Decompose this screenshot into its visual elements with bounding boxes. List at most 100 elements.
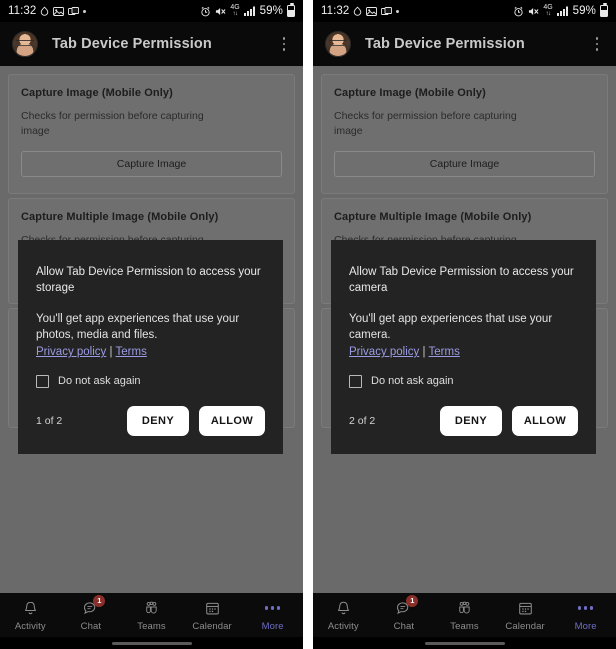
app-bar-left: Tab Device Permission [0,22,303,66]
network-sub-label: ↑↓ [232,11,239,17]
page-title: Tab Device Permission [365,36,525,52]
privacy-policy-link[interactable]: Privacy policy [36,346,106,358]
dialog-headline: Allow Tab Device Permission to access yo… [36,266,261,295]
signal-bars-icon [243,6,256,16]
chat-badge: 1 [406,594,419,607]
nav-label: Chat [80,620,102,632]
nav-label: Calendar [192,620,232,632]
status-bar-right-group: 4G ↑↓ 59% [513,3,608,18]
do-not-ask-again-row[interactable]: Do not ask again [349,374,578,388]
card-description: Checks for permission before capturing i… [334,110,517,138]
do-not-ask-again-checkbox[interactable] [36,374,49,388]
nav-item-calendar[interactable]: Calendar [182,599,243,632]
content-area-right: Capture Image (Mobile Only) Checks for p… [313,66,616,593]
chat-bubble-icon: 1 [394,594,419,618]
deny-button[interactable]: DENY [127,405,189,436]
battery-icon [600,3,608,17]
network-type-indicator: 4G ↑↓ [543,4,552,18]
dialog-body: You'll get app experiences that use your… [36,312,240,341]
nav-label: Activity [327,620,359,632]
app-icon [68,6,80,16]
status-bar-left: 11:32 4G ↑↓ 59% [0,0,303,22]
volume-mute-icon [215,6,226,17]
dot-icon [396,9,400,13]
status-bar-left-group: 11:32 [321,5,400,17]
privacy-policy-link[interactable]: Privacy policy [349,346,419,358]
gesture-bar-left[interactable] [0,637,303,649]
nav-item-teams[interactable]: Teams [434,599,495,632]
nav-item-more[interactable]: More [555,599,616,632]
dialog-body: You'll get app experiences that use your… [349,312,553,341]
signal-bars-icon [556,6,569,16]
page-title: Tab Device Permission [52,36,212,52]
avatar[interactable] [325,31,351,57]
card-title: Capture Multiple Image (Mobile Only) [334,211,532,224]
card-capture-image: Capture Image (Mobile Only) Checks for p… [8,74,295,195]
dialog-counter: 1 of 2 [36,414,63,427]
phone-screen-left: 11:32 4G ↑↓ 59% Tab Device Permission Ca… [0,0,303,649]
gesture-bar-right[interactable] [313,637,616,649]
deny-button[interactable]: DENY [440,405,502,436]
dialog-actions: 1 of 2 DENY ALLOW [36,405,265,436]
data-usage-icon [40,6,49,17]
kebab-menu-icon[interactable] [588,33,606,55]
dialog-links: Privacy policy | Terms [36,344,265,360]
terms-link[interactable]: Terms [116,346,147,358]
allow-button[interactable]: ALLOW [512,405,578,436]
network-type-indicator: 4G ↑↓ [230,4,239,18]
status-bar-clock: 11:32 [8,5,37,17]
teams-people-icon [142,599,161,618]
alarm-icon [200,6,211,17]
capture-image-button[interactable]: Capture Image [334,151,595,178]
permission-dialog-camera: Allow Tab Device Permission to access yo… [331,240,596,454]
nav-label: More [574,620,597,632]
calendar-icon [516,599,535,618]
nav-item-activity[interactable]: Activity [0,599,61,632]
chat-bubble-icon: 1 [81,594,106,618]
nav-label: Calendar [505,620,545,632]
content-area-left: Capture Image (Mobile Only) Checks for p… [0,66,303,593]
teams-people-icon [455,599,474,618]
screenshot-icon [53,6,65,16]
alarm-icon [513,6,524,17]
bottom-nav-right: Activity 1 Chat Teams Calendar More [313,593,616,637]
kebab-menu-icon[interactable] [275,33,293,55]
do-not-ask-again-label: Do not ask again [371,375,454,388]
nav-label: More [261,620,284,632]
card-capture-image: Capture Image (Mobile Only) Checks for p… [321,74,608,195]
bell-icon [334,599,353,618]
nav-item-chat[interactable]: 1 Chat [374,594,435,632]
screenshot-icon [366,6,378,16]
avatar-glasses [16,40,34,46]
nav-item-calendar[interactable]: Calendar [495,599,556,632]
status-bar-clock: 11:32 [321,5,350,17]
bell-icon [21,599,40,618]
phone-screen-right: 11:32 4G ↑↓ 59% Tab Device Permission Ca… [313,0,616,649]
terms-link[interactable]: Terms [429,346,460,358]
status-bar-left-group: 11:32 [8,5,87,17]
dual-screenshot-container: 11:32 4G ↑↓ 59% Tab Device Permission Ca… [0,0,616,649]
status-bar-right-group: 4G ↑↓ 59% [200,3,295,18]
dot-icon [83,9,87,13]
do-not-ask-again-row[interactable]: Do not ask again [36,374,265,388]
link-separator: | [422,346,426,359]
status-bar-right: 11:32 4G ↑↓ 59% [313,0,616,22]
link-separator: | [109,346,113,359]
avatar[interactable] [12,31,38,57]
nav-label: Teams [137,620,166,632]
calendar-icon [203,599,222,618]
battery-percent-label: 59% [572,5,596,17]
nav-item-chat[interactable]: 1 Chat [61,594,122,632]
more-dots-icon [263,599,282,618]
do-not-ask-again-checkbox[interactable] [349,374,362,388]
nav-item-teams[interactable]: Teams [121,599,182,632]
dialog-links: Privacy policy | Terms [349,344,578,360]
network-type-label: 4G [230,4,240,11]
capture-image-button[interactable]: Capture Image [21,151,282,178]
nav-item-activity[interactable]: Activity [313,599,374,632]
allow-button[interactable]: ALLOW [199,405,265,436]
do-not-ask-again-label: Do not ask again [58,375,141,388]
dialog-headline: Allow Tab Device Permission to access yo… [349,266,574,295]
nav-label: Activity [14,620,46,632]
nav-item-more[interactable]: More [242,599,303,632]
